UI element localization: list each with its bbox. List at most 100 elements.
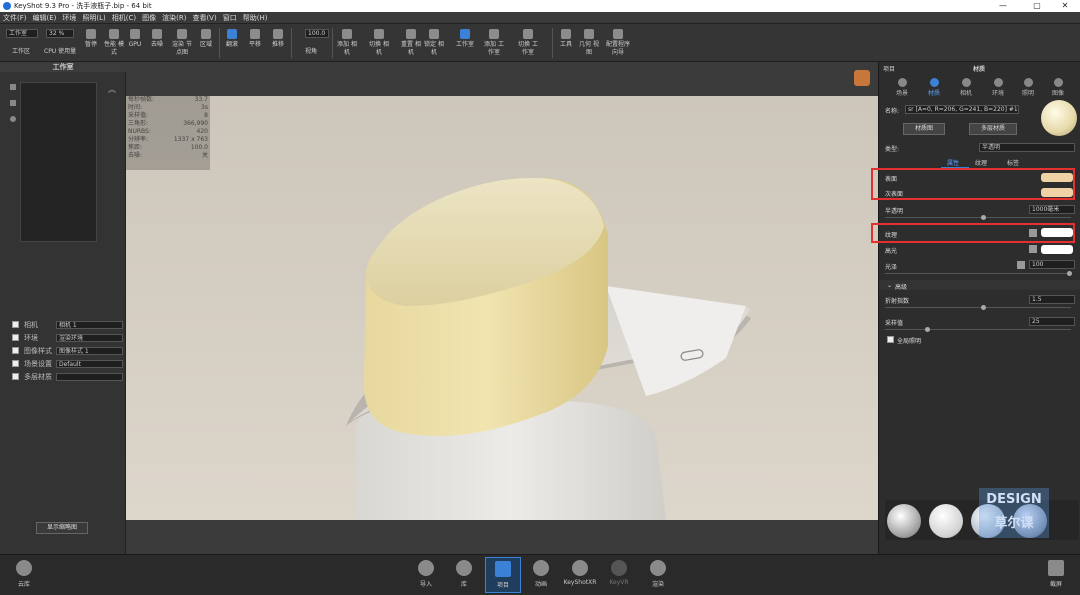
denoise-button[interactable]: 去噪 (146, 27, 168, 61)
collapse-up-icon[interactable]: ︽ (108, 84, 116, 95)
material-type-select[interactable]: 半透明 (979, 143, 1075, 152)
advanced-section-header[interactable] (879, 280, 1080, 290)
menu-image[interactable]: 图像 (139, 12, 159, 24)
close-button[interactable]: ✕ (1050, 0, 1080, 12)
specular-map-icon[interactable] (1029, 245, 1037, 253)
checkbox[interactable] (12, 334, 19, 341)
texture-color-swatch[interactable] (1041, 228, 1073, 237)
settings-icon[interactable] (10, 116, 16, 122)
keyvr-button[interactable]: KeyVR (601, 557, 637, 593)
checkbox[interactable] (12, 360, 19, 367)
tab-scene[interactable]: 场景 (887, 76, 917, 98)
tab-environment[interactable]: 环境 (983, 76, 1013, 98)
menu-file[interactable]: 文件(F) (0, 12, 30, 24)
render-nodes-button[interactable]: 渲染 节点图 (171, 27, 193, 61)
switch-camera-button[interactable]: 切换 相机 (368, 27, 390, 61)
tab-lighting[interactable]: 照明 (1013, 76, 1043, 98)
project-button[interactable]: 项目 (485, 557, 521, 593)
menu-lighting[interactable]: 照明(L) (79, 12, 108, 24)
pan-button[interactable]: 平移 (244, 27, 266, 61)
menu-view[interactable]: 查看(V) (189, 12, 219, 24)
add-studio-button[interactable]: 添加 工作室 (483, 27, 505, 61)
switch-studio-button[interactable]: 切换 工作室 (517, 27, 539, 61)
fov-label: 视角 (305, 48, 318, 55)
show-thumbnails-button[interactable]: 显示缩略图 (36, 522, 88, 534)
material-swatch[interactable] (929, 504, 963, 538)
render-button[interactable]: 渲染 (640, 557, 676, 593)
tab-image[interactable]: 图像 (1043, 76, 1073, 98)
tools-button[interactable]: 工具 (555, 27, 577, 61)
specular-color-swatch[interactable] (1041, 245, 1073, 254)
menu-help[interactable]: 帮助(H) (240, 12, 271, 24)
gpu-button[interactable]: GPU (124, 27, 146, 61)
keyshotxr-button[interactable]: KeyShotXR (562, 557, 598, 593)
multi-material-select[interactable] (56, 373, 123, 381)
animation-button[interactable]: 动画 (523, 557, 559, 593)
studio-button[interactable]: 工作室 (451, 27, 479, 61)
samples-field[interactable]: 25 (1029, 317, 1075, 326)
import-button[interactable]: 导入 (408, 557, 444, 593)
render-image[interactable]: 每秒帧数: 33.7 时间: 3s 采样值: 8 三角形: 366,990 NURBS:… (126, 96, 878, 520)
menu-edit[interactable]: 编辑(E) (30, 12, 60, 24)
subsurface-color-swatch[interactable] (1041, 188, 1073, 197)
list-icon (495, 561, 511, 577)
global-illumination-checkbox[interactable] (887, 336, 894, 343)
cpu-usage-field[interactable]: 32 % (46, 29, 74, 38)
vr-icon (611, 560, 627, 576)
cloud-library-button[interactable]: 云库 (6, 557, 42, 593)
add-camera-button[interactable]: 添加 相机 (336, 27, 358, 61)
camera-select[interactable]: 相机 1 (56, 321, 123, 329)
refraction-slider[interactable] (885, 305, 1071, 310)
translucency-slider[interactable] (885, 215, 1071, 220)
reset-camera-button[interactable]: 重置 相机 (400, 27, 422, 61)
material-graph-button[interactable]: 材质图 (903, 123, 945, 135)
render-mode-icon[interactable] (854, 70, 870, 86)
image-style-select[interactable]: 图像样式 1 (56, 347, 123, 355)
delete-icon[interactable] (10, 100, 16, 106)
translucency-field[interactable]: 1000毫米 (1029, 205, 1075, 214)
performance-mode-button[interactable]: 性能 模式 (103, 27, 125, 61)
library-button[interactable]: 库 (446, 557, 482, 593)
render-viewport[interactable]: 每秒帧数: 33.7 时间: 3s 采样值: 8 三角形: 366,990 NURBS:… (126, 62, 878, 554)
fov-field[interactable]: 100.0 (305, 29, 329, 38)
screenshot-button[interactable]: 截屏 (1038, 557, 1074, 593)
lock-camera-button[interactable]: 锁定 相机 (423, 27, 445, 61)
checkbox[interactable] (12, 347, 19, 354)
material-name-field[interactable]: sr [A=0, R=206, G=241, B=220] #1 (905, 105, 1019, 114)
refraction-field[interactable]: 1.5 (1029, 295, 1075, 304)
subtab-labels[interactable]: 标签 (1007, 158, 1019, 167)
samples-slider[interactable] (885, 327, 1071, 332)
tab-camera[interactable]: 相机 (951, 76, 981, 98)
texture-map-icon[interactable] (1029, 229, 1037, 237)
surface-color-swatch[interactable] (1041, 173, 1073, 182)
checkbox[interactable] (12, 321, 19, 328)
menu-environment[interactable]: 环境 (59, 12, 79, 24)
subtab-properties[interactable]: 属性 (947, 158, 959, 167)
scene-settings-select[interactable]: Default (56, 360, 123, 368)
tab-material[interactable]: 材质 (919, 76, 949, 98)
region-button[interactable]: 区域 (195, 27, 217, 61)
config-wizard-button[interactable]: 配置程序 向导 (603, 27, 633, 61)
checkbox[interactable] (12, 373, 19, 380)
subtab-texture[interactable]: 纹理 (975, 158, 987, 167)
studio-list[interactable] (20, 82, 97, 242)
project-tab-label[interactable]: 项目 (883, 64, 895, 73)
gloss-field[interactable]: 100 (1029, 260, 1075, 269)
environment-select[interactable]: 渲染环境 (56, 334, 123, 342)
restore-button[interactable]: ▢ (1022, 0, 1052, 12)
gloss-map-icon[interactable] (1017, 261, 1025, 269)
menu-bar: 文件(F) 编辑(E) 环境 照明(L) 相机(C) 图像 渲染(R) 查看(V) 窗口 帮助(H… (0, 12, 1080, 24)
tumble-button[interactable]: 翻滚 (221, 27, 243, 61)
menu-render[interactable]: 渲染(R) (159, 12, 189, 24)
minimize-button[interactable]: — (988, 0, 1018, 12)
menu-window[interactable]: 窗口 (220, 12, 240, 24)
multi-material-button[interactable]: 多层材质 (969, 123, 1017, 135)
dolly-button[interactable]: 推移 (267, 27, 289, 61)
workspace-select[interactable]: 工作室 (6, 29, 38, 38)
pause-button[interactable]: 暂停 (80, 27, 102, 61)
menu-camera[interactable]: 相机(C) (109, 12, 139, 24)
folder-icon[interactable] (10, 84, 16, 90)
gloss-slider[interactable] (885, 271, 1072, 276)
geometry-view-button[interactable]: 几何 视图 (578, 27, 600, 61)
material-swatch[interactable] (887, 504, 921, 538)
